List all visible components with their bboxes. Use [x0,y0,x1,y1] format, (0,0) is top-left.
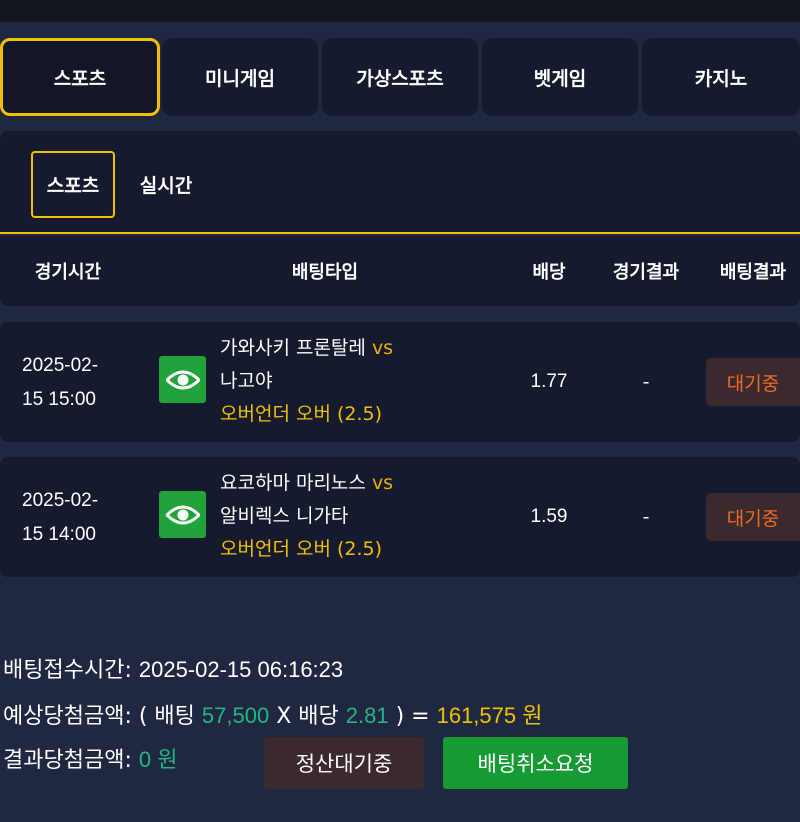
away-team: 나고야 [220,370,273,392]
expected-win-line: 예상당첨금액: ( 배팅 57,500 X 배당 2.81 ) = 161,57… [3,698,542,734]
eye-icon[interactable] [159,356,206,403]
x-odds-label: X 배당 [276,704,339,729]
result-label: 결과당첨금액: [3,748,132,773]
accept-time-label: 배팅접수시간: [3,658,132,683]
tab-sports[interactable]: 스포츠 [0,38,160,116]
tab-virtual-sports[interactable]: 가상스포츠 [322,38,478,116]
game-date: 2025-02- [22,490,99,511]
accept-time-value: 2025-02-15 06:16:23 [138,657,344,682]
header-game-result: 경기결과 [612,262,680,283]
main-tabs: 스포츠 미니게임 가상스포츠 벳게임 카지노 [0,38,800,116]
header-odds: 배당 [532,262,566,283]
expected-amount: 161,575 원 [436,703,543,728]
table-row: 2025-02- 15 14:00 요코하마 마리노스 vs 알비렉스 니가타 … [0,457,800,577]
tab-casino[interactable]: 카지노 [642,38,800,116]
result-win-line: 결과당첨금액: 0 원 [3,742,177,778]
equals-label: ) = [395,704,430,729]
expected-label: 예상당첨금액: ( 배팅 [3,704,195,729]
match-info: 가와사키 프론탈레 vs 나고야 오버언더 오버 (2.5) [220,332,520,431]
bet-status-badge: 대기중 [706,493,800,541]
subtab-sports[interactable]: 스포츠 [31,151,115,218]
odds-value: 1.77 [530,371,568,392]
home-team: 요코하마 마리노스 [220,472,366,494]
game-result: - [642,506,650,528]
game-date: 2025-02- [22,355,99,376]
game-time: 15 14:00 [22,524,96,545]
status-bar [0,0,800,22]
away-team: 알비렉스 니가타 [220,505,349,527]
bet-type: 오버언더 오버 (2.5) [220,403,383,425]
header-bet-type: 배팅타입 [291,262,359,283]
bet-status-badge: 대기중 [706,358,800,406]
game-datetime: 2025-02- 15 14:00 [22,484,132,552]
game-result: - [642,371,650,393]
eye-icon[interactable] [159,491,206,538]
odds-value: 1.59 [530,506,568,527]
game-time: 15 15:00 [22,389,96,410]
cancel-bet-button[interactable]: 배팅취소요청 [443,737,628,789]
game-datetime: 2025-02- 15 15:00 [22,349,132,417]
tab-betgame[interactable]: 벳게임 [482,38,638,116]
total-odds: 2.81 [345,703,389,728]
header-bet-result: 배팅결과 [719,262,787,283]
bet-type: 오버언더 오버 (2.5) [220,538,383,560]
header-game-time: 경기시간 [34,262,102,283]
vs-label: vs [371,337,394,359]
accept-time-line: 배팅접수시간: 2025-02-15 06:16:23 [3,652,343,688]
settle-wait-button[interactable]: 정산대기중 [264,737,424,789]
table-header: 경기시간 배팅타입 배당 경기결과 배팅결과 [0,236,800,306]
match-info: 요코하마 마리노스 vs 알비렉스 니가타 오버언더 오버 (2.5) [220,467,520,566]
sub-tab-panel: 스포츠 실시간 [0,131,800,234]
table-row: 2025-02- 15 15:00 가와사키 프론탈레 vs 나고야 오버언더 … [0,322,800,442]
tab-minigame[interactable]: 미니게임 [162,38,318,116]
subtab-live[interactable]: 실시간 [126,151,206,218]
bet-amount: 57,500 [201,703,270,728]
result-amount: 0 원 [138,747,178,772]
vs-label: vs [371,472,394,494]
home-team: 가와사키 프론탈레 [220,337,366,359]
